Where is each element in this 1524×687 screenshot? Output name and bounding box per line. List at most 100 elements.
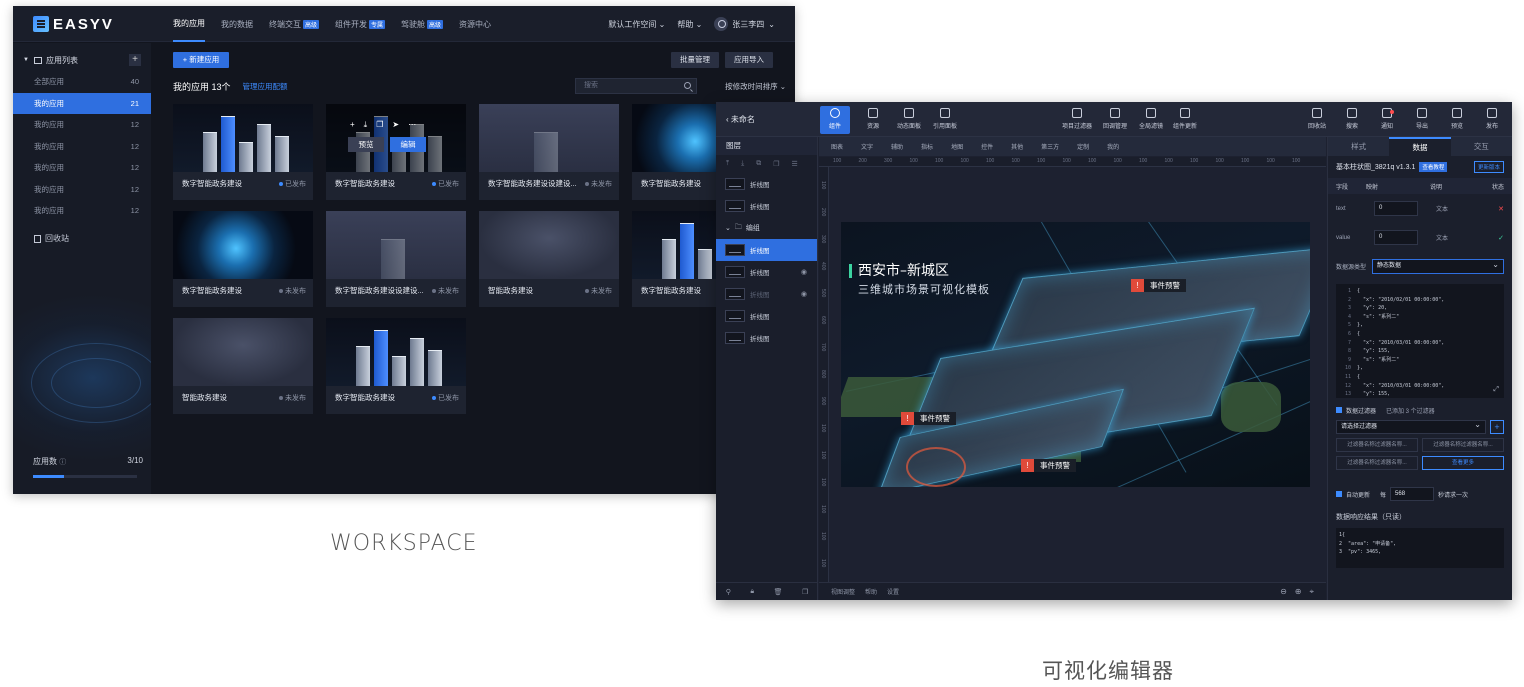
layer-item[interactable]: 折线图 xyxy=(716,305,817,327)
add-filter-button[interactable]: + xyxy=(1490,420,1504,434)
info-icon[interactable]: ⓘ xyxy=(59,459,66,466)
component-tab[interactable]: 第三方 xyxy=(1041,142,1059,151)
panel-tab[interactable]: 数据 xyxy=(1389,137,1451,156)
view-tutorial-button[interactable]: 查看教程 xyxy=(1419,162,1448,172)
sidebar-recycle[interactable]: 回收站 xyxy=(13,228,151,250)
component-tab[interactable]: 文字 xyxy=(861,142,873,151)
filter-checkbox[interactable] xyxy=(1336,407,1342,413)
import-app-button[interactable]: 应用导入 xyxy=(725,52,773,68)
plus-icon[interactable]: + xyxy=(350,120,355,130)
lock-icon[interactable]: 🔒︎ xyxy=(750,588,754,596)
auto-update-checkbox[interactable] xyxy=(1336,491,1342,497)
more-icon[interactable]: ⋯ xyxy=(408,120,416,130)
filter-chip[interactable]: 过滤器名称过滤器名称... xyxy=(1336,456,1418,470)
edit-button[interactable]: 编辑 xyxy=(390,137,426,152)
app-thumbnail[interactable] xyxy=(479,104,619,172)
component-tab[interactable]: 我的 xyxy=(1107,142,1119,151)
toolbar-button-tb-mid-2[interactable]: 全局滤镜 xyxy=(1136,106,1166,134)
search-input[interactable]: 搜索 xyxy=(575,78,697,94)
send-icon[interactable]: ➤ xyxy=(392,120,399,130)
editor-canvas[interactable]: 西安市–新城区 三维城市场景可视化模板 ! 事件预警 ! 事件预警 ! 事件预警 xyxy=(829,167,1326,582)
user-menu[interactable]: 张三李四 ⌄ xyxy=(714,17,775,31)
settings-button[interactable]: 设置 xyxy=(887,587,899,596)
toolbar-button-tb-left-0[interactable]: 组件 xyxy=(820,106,850,134)
workspace-dropdown[interactable]: 默认工作空间 ⌄ xyxy=(608,19,665,30)
toolbar-button-tb-left-2[interactable]: 动态面板 xyxy=(894,106,924,134)
app-card[interactable]: 数字智能政务建设设建设... 未发布 xyxy=(326,211,466,307)
layer-item[interactable]: 折线图 xyxy=(716,239,817,261)
component-tab[interactable]: 地图 xyxy=(951,142,963,151)
update-version-button[interactable]: 更新版本 xyxy=(1473,161,1504,173)
sidebar-item[interactable]: 我的应用 12 xyxy=(13,114,151,136)
copy-icon[interactable]: ❐ xyxy=(376,120,383,130)
move-top-icon[interactable]: ⤒ xyxy=(726,160,729,168)
app-thumbnail[interactable] xyxy=(173,104,313,172)
event-marker[interactable]: ! 事件预警 xyxy=(1131,279,1186,292)
toolbar-button-tb-mid-0[interactable]: 项目过滤器 xyxy=(1062,106,1092,134)
toolbar-button-tb-left-3[interactable]: 引用面板 xyxy=(930,106,960,134)
back-button[interactable]: ‹ 未命名 xyxy=(726,114,755,125)
toolbar-button-tb-left-1[interactable]: 资源 xyxy=(858,106,888,134)
event-marker[interactable]: ! 事件预警 xyxy=(901,412,956,425)
move-bottom-icon[interactable]: ⤓ xyxy=(741,160,744,168)
component-tab[interactable]: 定制 xyxy=(1077,142,1089,151)
app-thumbnail[interactable] xyxy=(479,211,619,279)
component-tab[interactable]: 指标 xyxy=(921,142,933,151)
batch-manage-button[interactable]: 批量管理 xyxy=(671,52,719,68)
preview-button[interactable]: 预览 xyxy=(348,137,384,152)
group-icon[interactable]: ⧉ xyxy=(756,160,761,168)
nav-item-4[interactable]: 驾驶舱 高级 xyxy=(401,6,444,42)
location-icon[interactable]: ⚲ xyxy=(726,588,731,596)
screen-preview[interactable]: 西安市–新城区 三维城市场景可视化模板 ! 事件预警 ! 事件预警 ! 事件预警 xyxy=(841,222,1310,487)
layer-group[interactable]: ⌄ 🗀 编组 xyxy=(716,217,817,239)
app-thumbnail[interactable] xyxy=(326,318,466,386)
copy-icon[interactable]: ❐ xyxy=(773,160,779,168)
zoom-in-icon[interactable]: ⊕ xyxy=(1295,587,1302,597)
app-thumbnail[interactable] xyxy=(326,211,466,279)
field-mapping-input[interactable]: 0 xyxy=(1374,230,1418,245)
filter-select[interactable]: 请选择过滤器 xyxy=(1336,419,1486,434)
component-tab[interactable]: 其他 xyxy=(1011,142,1023,151)
copy-icon[interactable]: ❐ xyxy=(802,588,808,596)
view-adjust-button[interactable]: 视图调整 xyxy=(831,587,855,596)
interval-input[interactable]: 568 xyxy=(1390,487,1435,501)
app-card[interactable]: 数字智能政务建设 已发布 xyxy=(173,104,313,200)
sidebar-item[interactable]: 我的应用 21 xyxy=(13,92,151,114)
component-tab[interactable]: 辅助 xyxy=(891,142,903,151)
sidebar-item[interactable]: 我的应用 12 xyxy=(13,200,151,222)
new-app-button[interactable]: + 新建应用 xyxy=(173,52,229,68)
app-card[interactable]: 数字智能政务建设设建设... 未发布 xyxy=(479,104,619,200)
sidebar-item[interactable]: 我的应用 12 xyxy=(13,179,151,201)
trash-icon[interactable]: 🗑︎ xyxy=(774,588,783,596)
app-card[interactable]: 智能政务建设 未发布 xyxy=(173,318,313,414)
toolbar-button-tb-mid-3[interactable]: 组件更新 xyxy=(1170,106,1200,134)
toolbar-button-tb-right-4[interactable]: 预览 xyxy=(1442,106,1472,134)
expand-icon[interactable]: ⤢ xyxy=(1493,385,1499,394)
download-icon[interactable]: ⤓ xyxy=(364,120,368,130)
toolbar-button-tb-right-3[interactable]: 导出 xyxy=(1407,106,1437,134)
static-data-editor[interactable]: 1{2 "x": "2010/02/01 00:00:00", 3 "y": 20… xyxy=(1336,284,1504,398)
app-card[interactable]: 智能政务建设 未发布 xyxy=(479,211,619,307)
panel-tab[interactable]: 交互 xyxy=(1450,137,1512,156)
sidebar-item[interactable]: 我的应用 12 xyxy=(13,157,151,179)
sort-dropdown[interactable]: 按修改时间排序 ⌄ xyxy=(725,81,786,92)
filter-chip[interactable]: 过滤器名称过滤器名称... xyxy=(1336,438,1418,452)
panel-tab[interactable]: 样式 xyxy=(1328,137,1390,156)
zoom-out-icon[interactable]: ⊖ xyxy=(1280,587,1287,597)
layer-item[interactable]: 折线图 xyxy=(716,195,817,217)
component-tab[interactable]: 图表 xyxy=(831,142,843,151)
add-group-button[interactable]: + xyxy=(129,54,141,66)
layer-item[interactable]: 折线图 xyxy=(716,173,817,195)
app-thumbnail[interactable] xyxy=(173,211,313,279)
app-card[interactable]: 数字智能政务建设 未发布 xyxy=(173,211,313,307)
app-thumbnail[interactable] xyxy=(173,318,313,386)
layer-item[interactable]: 折线图 ◉ xyxy=(716,283,817,305)
nav-item-5[interactable]: 资源中心 xyxy=(459,6,491,42)
eye-icon[interactable]: ◉ xyxy=(801,268,807,276)
layer-item[interactable]: 折线图 ◉ xyxy=(716,261,817,283)
field-mapping-input[interactable]: 0 xyxy=(1374,201,1418,216)
fit-screen-icon[interactable]: ⌖ xyxy=(1309,587,1314,597)
data-source-select[interactable]: 静态数据 xyxy=(1372,258,1504,274)
toolbar-button-tb-mid-1[interactable]: 回调管理 xyxy=(1100,106,1130,134)
sidebar-item[interactable]: 全部应用 40 xyxy=(13,71,151,93)
